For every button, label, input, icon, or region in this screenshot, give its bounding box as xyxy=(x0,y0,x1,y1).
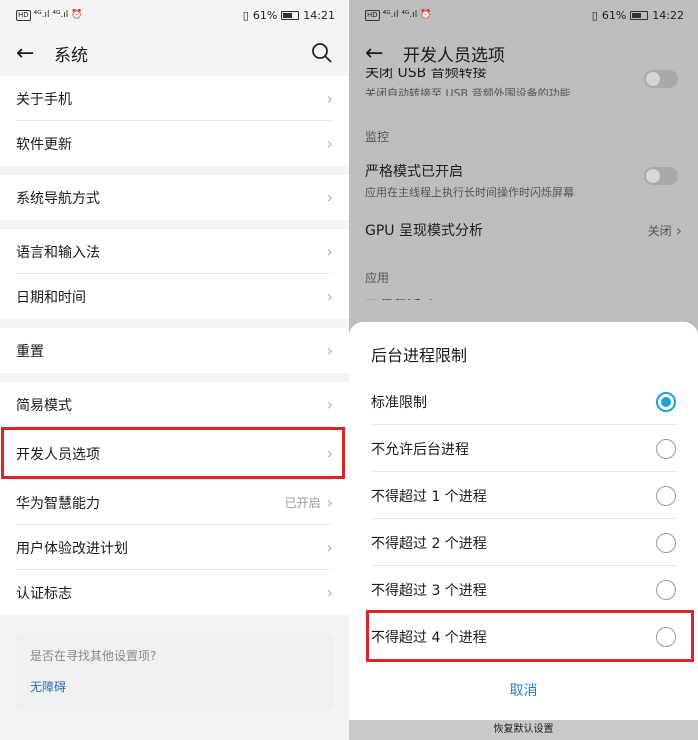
row-huawei-smart[interactable]: 华为智慧能力 已开启 › xyxy=(0,480,349,525)
option-max-1[interactable]: 不得超过 1 个进程 xyxy=(371,472,676,519)
search-icon[interactable] xyxy=(311,42,333,64)
radio-selected-icon[interactable] xyxy=(656,391,676,412)
row-language-input[interactable]: 语言和输入法 › xyxy=(0,229,349,274)
hd-icon: HD xyxy=(365,9,380,21)
accessibility-link[interactable]: 无障碍 xyxy=(30,678,319,695)
section-apps: 应用 xyxy=(365,271,390,285)
app-bar: ← 系统 xyxy=(0,30,349,76)
chevron-right-icon: › xyxy=(326,188,333,207)
radio-icon[interactable] xyxy=(656,532,676,553)
status-bar: HD ⁴ᴳ.ıl ⁴ᴳ.ıl ⏰ ▯ 61% 14:22 xyxy=(349,0,698,30)
strict-mode-row[interactable]: 严格模式已开启 应用在主线程上执行长时间操作时闪烁屏幕 xyxy=(349,161,698,205)
vibrate-icon: ▯ xyxy=(242,8,249,22)
chevron-right-icon: › xyxy=(326,134,333,153)
option-standard-limit[interactable]: 标准限制 xyxy=(371,378,676,425)
battery-icon xyxy=(630,10,649,20)
chevron-right-icon: › xyxy=(326,538,333,557)
option-max-2[interactable]: 不得超过 2 个进程 xyxy=(371,519,676,566)
signal-icon: ⁴ᴳ.ıl ⁴ᴳ.ıl ⏰ xyxy=(33,10,83,20)
chevron-right-icon: › xyxy=(326,395,333,414)
row-certification[interactable]: 认证标志 › xyxy=(0,570,349,615)
row-user-experience[interactable]: 用户体验改进计划 › xyxy=(0,525,349,570)
radio-icon[interactable] xyxy=(656,579,676,600)
battery-icon xyxy=(281,10,300,20)
chevron-right-icon: › xyxy=(326,583,333,602)
cancel-button[interactable]: 取消 xyxy=(349,680,698,700)
suggestion-card: 是否在寻找其他设置项? 无障碍 xyxy=(15,633,334,711)
chevron-right-icon: › xyxy=(326,89,333,108)
settings-group-4: 重置 › xyxy=(0,328,349,373)
row-navigation-mode[interactable]: 系统导航方式 › xyxy=(0,175,349,220)
row-simple-mode[interactable]: 简易模式 › xyxy=(0,382,349,427)
option-no-background[interactable]: 不允许后台进程 xyxy=(371,425,676,472)
chevron-right-icon: › xyxy=(675,220,682,240)
vibrate-icon: ▯ xyxy=(591,8,598,22)
clock: 14:21 xyxy=(303,8,335,22)
chevron-right-icon: › xyxy=(326,242,333,261)
back-arrow-icon[interactable]: ← xyxy=(16,41,54,66)
settings-group-1: 关于手机 › 软件更新 › xyxy=(0,76,349,166)
chevron-right-icon: › xyxy=(326,341,333,360)
status-value: 已开启 xyxy=(284,496,321,510)
row-date-time[interactable]: 日期和时间 › xyxy=(0,274,349,319)
background-process-limit-dialog: 后台进程限制 标准限制 不允许后台进程 不得超过 1 个进程 不得超过 2 个进… xyxy=(349,322,698,720)
option-max-3[interactable]: 不得超过 3 个进程 xyxy=(371,566,676,613)
section-monitor: 监控 xyxy=(365,130,390,144)
chevron-right-icon: › xyxy=(326,493,333,512)
settings-group-5: 简易模式 › 开发人员选项 › 华为智慧能力 已开启 › 用户体验改进计划 › 认证标志 › xyxy=(0,382,349,615)
developer-options-screen: HD ⁴ᴳ.ıl ⁴ᴳ.ıl ⏰ ▯ 61% 14:22 ← 开发人员选项 关闭… xyxy=(349,0,698,740)
chevron-right-icon: › xyxy=(326,287,333,306)
radio-icon[interactable] xyxy=(656,485,676,506)
toggle-switch[interactable] xyxy=(644,167,678,185)
usb-audio-row[interactable]: 关闭 USB 音频转接 关闭自动转接至 USB 音频外围设备的功能 xyxy=(349,68,698,96)
page-title: 开发人员选项 xyxy=(403,45,505,66)
gpu-value: 关闭 xyxy=(647,223,672,238)
gpu-profiling-row[interactable]: GPU 呈现模式分析 关闭 › xyxy=(349,217,698,243)
page-title: 系统 xyxy=(54,45,88,66)
radio-icon[interactable] xyxy=(656,438,676,459)
dont-keep-activities-row: 不保留活动 xyxy=(349,286,698,300)
settings-group-2: 系统导航方式 › xyxy=(0,175,349,220)
highlight-box xyxy=(366,610,694,662)
back-arrow-icon[interactable]: ← xyxy=(365,41,403,66)
highlight-box xyxy=(1,427,345,479)
hd-icon: HD xyxy=(16,9,31,21)
battery-percent: 61% xyxy=(252,8,278,22)
suggestion-question: 是否在寻找其他设置项? xyxy=(30,649,157,663)
restore-default-bar[interactable]: 恢复默认设置 xyxy=(349,720,698,740)
signal-icon: ⁴ᴳ.ıl ⁴ᴳ.ıl ⏰ xyxy=(382,10,432,20)
settings-group-3: 语言和输入法 › 日期和时间 › xyxy=(0,229,349,319)
row-reset[interactable]: 重置 › xyxy=(0,328,349,373)
system-settings-screen: HD ⁴ᴳ.ıl ⁴ᴳ.ıl ⏰ ▯ 61% 14:21 ← 系统 关于手机 › … xyxy=(0,0,349,740)
clock: 14:22 xyxy=(652,8,684,22)
row-about-phone[interactable]: 关于手机 › xyxy=(0,76,349,121)
status-bar: HD ⁴ᴳ.ıl ⁴ᴳ.ıl ⏰ ▯ 61% 14:21 xyxy=(0,0,349,30)
row-software-update[interactable]: 软件更新 › xyxy=(0,121,349,166)
battery-percent: 61% xyxy=(601,8,627,22)
toggle-switch[interactable] xyxy=(644,70,678,88)
dialog-title: 后台进程限制 xyxy=(371,346,468,365)
